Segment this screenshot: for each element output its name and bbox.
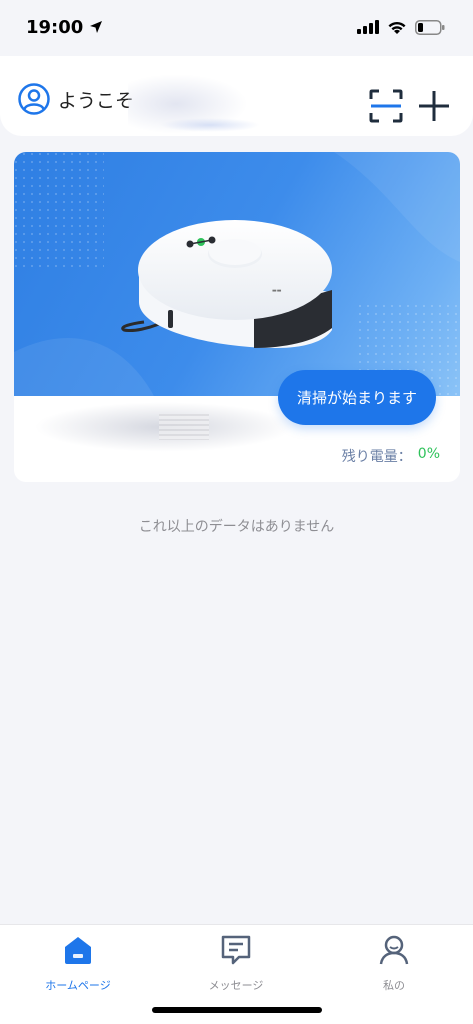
battery-value: 0% — [417, 446, 440, 462]
message-icon — [221, 935, 251, 965]
tab-bar: ホームページ メッセージ 私の — [0, 924, 473, 1024]
tab-messages-label: メッセージ — [208, 979, 264, 992]
home-icon — [65, 937, 91, 964]
battery-icon — [415, 19, 445, 35]
scan-icon[interactable] — [368, 88, 404, 124]
plus-icon[interactable] — [416, 88, 452, 124]
tab-profile-label: 私の — [383, 979, 405, 992]
tab-profile[interactable]: 私の — [334, 933, 454, 1003]
device-banner: ▬▬ — [14, 152, 460, 396]
blurred-device-id — [159, 414, 209, 440]
location-arrow-icon — [90, 21, 103, 33]
tab-home[interactable]: ホームページ — [18, 933, 138, 1003]
device-card[interactable]: ▬▬ 清掃が始まります 残り電量： 0% — [14, 152, 460, 482]
user-avatar-icon[interactable] — [18, 83, 50, 115]
blurred-username-underline — [160, 118, 260, 132]
cellular-signal-icon — [357, 20, 379, 34]
battery-label: 残り電量： — [341, 449, 412, 465]
tab-messages[interactable]: メッセージ — [176, 933, 296, 1003]
list-end-text: これ以上のデータはありません — [138, 519, 335, 535]
status-bar: 19:00 — [0, 0, 473, 54]
battery-status: 残り電量： 0% — [342, 446, 440, 466]
home-indicator — [152, 1007, 322, 1013]
welcome-text: ようこそ — [58, 90, 135, 112]
robot-vacuum-image: ▬▬ — [14, 152, 460, 396]
clock-text: 19:00 — [26, 16, 84, 38]
wifi-icon — [388, 21, 406, 34]
status-time: 19:00 — [26, 17, 103, 38]
start-cleaning-button[interactable]: 清掃が始まります — [278, 370, 436, 425]
status-icons — [357, 19, 445, 35]
tab-home-label: ホームページ — [45, 979, 111, 992]
profile-icon — [379, 935, 409, 965]
svg-text:▬▬: ▬▬ — [272, 288, 282, 294]
